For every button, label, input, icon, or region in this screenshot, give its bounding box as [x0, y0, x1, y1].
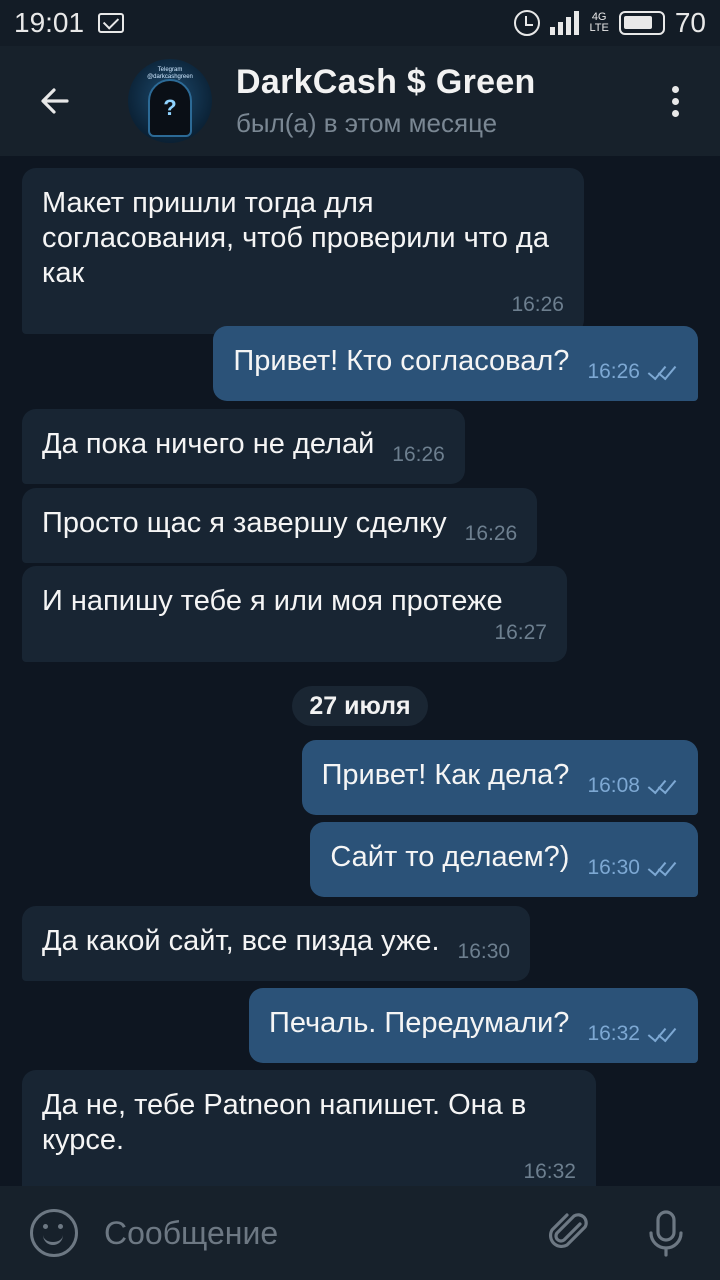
network-type-label: 4G LTE — [589, 11, 609, 34]
message-outgoing[interactable]: Привет! Как дела? 16:08 — [301, 740, 698, 815]
battery-icon — [618, 11, 665, 35]
message-time: 16:32 — [587, 1022, 640, 1045]
message-incoming[interactable]: Да пока ничего не делай 16:26 — [22, 409, 465, 484]
message-incoming[interactable]: Да какой сайт, все пизда уже. 16:30 — [22, 906, 531, 981]
message-text: Да не, тебе Patneon напишет. Она в курсе… — [42, 1089, 527, 1156]
microphone-icon — [649, 1210, 683, 1257]
double-check-icon — [646, 1024, 678, 1044]
message-time: 16:26 — [392, 443, 445, 466]
question-mark-icon: ? — [163, 95, 177, 120]
compose-bar — [0, 1186, 720, 1280]
more-menu-button[interactable] — [630, 46, 720, 156]
message-time: 16:27 — [494, 621, 547, 644]
alarm-icon — [514, 10, 541, 36]
signal-icon — [550, 11, 580, 35]
status-indicators: 4G LTE 70 — [514, 7, 706, 39]
message-text: Да какой сайт, все пизда уже. — [42, 925, 440, 957]
message-text: Печаль. Передумали? — [269, 1007, 570, 1039]
message-time: 16:08 — [587, 774, 640, 797]
message-time: 16:30 — [587, 856, 640, 879]
message-outgoing[interactable]: Сайт то делаем?) 16:30 — [310, 822, 698, 897]
contact-info[interactable]: DarkCash $ Green был(а) в этом месяце — [236, 63, 536, 139]
message-text: Привет! Как дела? — [321, 759, 570, 791]
message-text: Просто щас я завершу сделку — [42, 507, 447, 539]
message-outgoing[interactable]: Печаль. Передумали? 16:32 — [249, 988, 698, 1063]
message-incoming[interactable]: Макет пришли тогда для согласования, что… — [22, 168, 584, 334]
message-incoming[interactable]: И напишу тебе я или моя протеже 16:27 — [22, 566, 567, 662]
avatar[interactable]: Telegram @darkcashgreen ? — [128, 59, 212, 143]
message-outgoing[interactable]: Привет! Кто согласовал? 16:26 — [213, 326, 698, 401]
message-text: Макет пришли тогда для согласования, что… — [42, 187, 549, 289]
message-text: Да пока ничего не делай — [42, 428, 375, 460]
message-time: 16:30 — [457, 940, 511, 963]
double-check-icon — [646, 858, 678, 878]
date-separator: 27 июля — [292, 686, 428, 726]
more-vertical-icon — [671, 85, 679, 93]
message-text: И напишу тебе я или моя протеже — [42, 585, 503, 617]
message-incoming[interactable]: Да не, тебе Patneon напишет. Она в курсе… — [22, 1070, 596, 1201]
double-check-icon — [646, 776, 678, 796]
message-time: 16:32 — [523, 1160, 576, 1183]
message-time: 16:26 — [587, 360, 640, 383]
battery-level: 70 — [674, 7, 706, 38]
message-time: 16:26 — [464, 522, 518, 545]
double-check-icon — [646, 362, 678, 382]
microphone-button[interactable] — [640, 1207, 692, 1259]
message-time: 16:26 — [511, 293, 564, 316]
arrow-left-icon — [41, 88, 69, 114]
message-text: Сайт то делаем?) — [330, 841, 570, 873]
contact-name: DarkCash $ Green — [236, 63, 536, 101]
contact-last-seen: был(а) в этом месяце — [236, 108, 498, 138]
chat-header: Telegram @darkcashgreen ? DarkCash $ Gre… — [0, 46, 720, 156]
status-bar: 19:01 4G LTE 70 — [0, 0, 720, 46]
attach-button[interactable] — [544, 1207, 596, 1259]
message-notification-icon — [98, 13, 125, 33]
status-time: 19:01 — [14, 7, 85, 38]
message-text: Привет! Кто согласовал? — [233, 345, 570, 377]
message-input[interactable] — [104, 1214, 544, 1252]
paperclip-icon — [548, 1213, 588, 1249]
message-list[interactable]: Макет пришли тогда для согласования, что… — [0, 156, 720, 1201]
emoji-icon[interactable] — [30, 1209, 78, 1257]
back-button[interactable] — [0, 46, 110, 156]
message-incoming[interactable]: Просто щас я завершу сделку 16:26 — [22, 488, 538, 563]
